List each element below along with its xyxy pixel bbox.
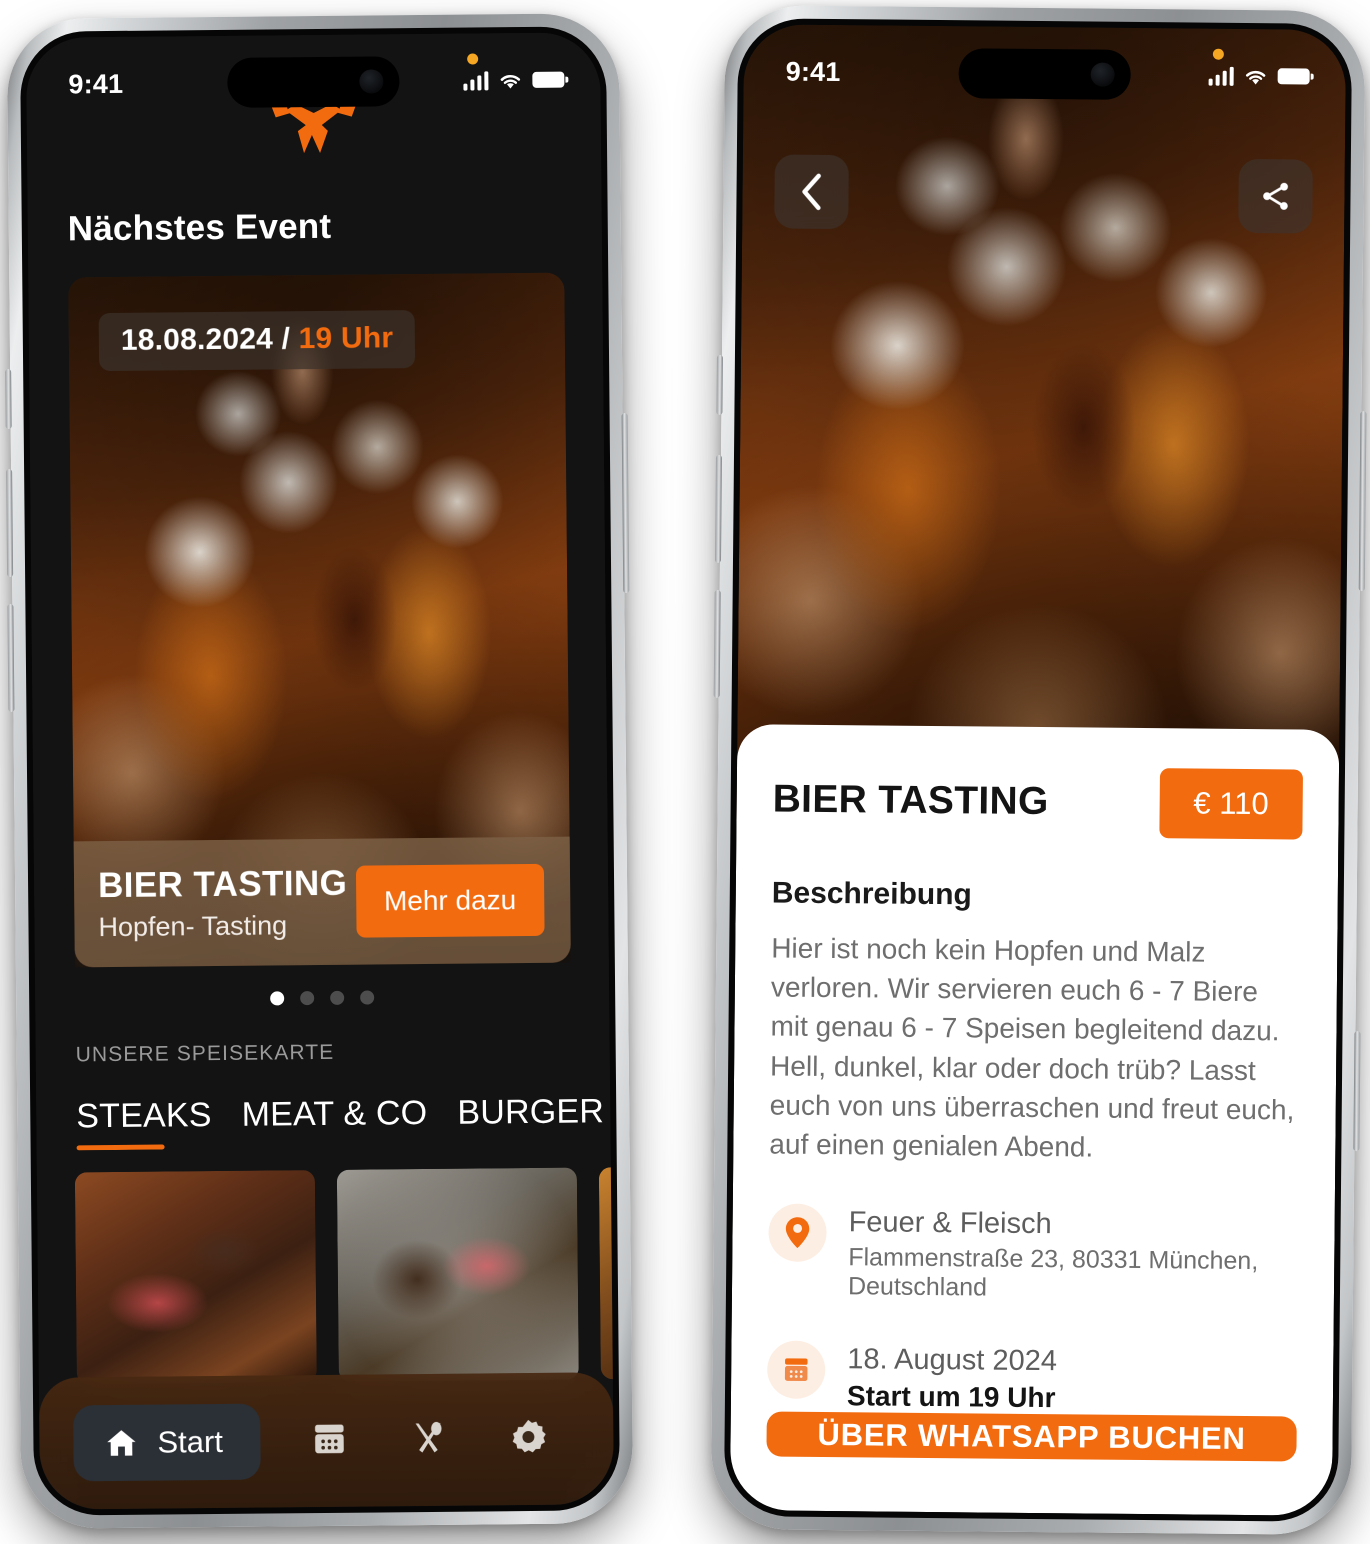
price-badge: € 110: [1159, 768, 1304, 840]
location-icon-wrap: [768, 1203, 827, 1263]
event-day: 18. August 2024: [847, 1343, 1058, 1378]
volume-down-button[interactable]: [7, 603, 15, 712]
dynamic-island-right: [958, 48, 1131, 100]
cutlery-icon: [415, 1421, 442, 1453]
page-title: Nächstes Event: [67, 206, 332, 249]
description-heading: Beschreibung: [771, 876, 973, 912]
event-detail-sheet: BIER TASTING € 110 Beschreibung Hier ist…: [729, 724, 1340, 1516]
book-via-whatsapp-button[interactable]: ÜBER WHATSAPP BUCHEN: [766, 1411, 1297, 1462]
share-icon: [1263, 182, 1288, 210]
carousel-dots[interactable]: [35, 962, 609, 1008]
menu-thumbnail-2[interactable]: [336, 1167, 579, 1382]
event-subtitle: Hopfen- Tasting: [98, 909, 288, 942]
phone-bezel-left: Nächstes Event 18.08.2024 / 19 Uhr BIER …: [19, 26, 621, 1516]
menu-thumbnail-3[interactable]: [598, 1165, 615, 1380]
event-date-badge: 18.08.2024 / 19 Uhr: [98, 310, 416, 372]
event-card-texts: BIER TASTING Hopfen- Tasting: [98, 863, 348, 942]
cellular-signal-icon: [462, 70, 489, 91]
date-texts: 18. August 2024 Start um 19 Uhr: [847, 1341, 1057, 1414]
recording-indicator-icon: [467, 52, 479, 65]
gear-icon: [512, 1419, 546, 1452]
status-indicators: [462, 52, 565, 91]
tab-item-events[interactable]: [310, 1418, 348, 1463]
menu-thumbnail-list[interactable]: [37, 1145, 615, 1385]
event-start-time: Start um 19 Uhr: [846, 1380, 1056, 1414]
volume-up-button-right[interactable]: [714, 454, 723, 563]
phone-bezel-right: BIER TASTING € 110 Beschreibung Hier ist…: [723, 18, 1353, 1522]
tab-item-start[interactable]: Start: [73, 1403, 262, 1482]
recording-indicator-icon: [1212, 48, 1224, 60]
location-row[interactable]: Feuer & Fleisch Flammenstraße 23, 80331 …: [768, 1203, 1299, 1306]
carousel-dot-1[interactable]: [270, 991, 285, 1006]
carousel-dot-2[interactable]: [300, 991, 315, 1006]
home-icon: [107, 1430, 136, 1456]
screen-left: Nächstes Event 18.08.2024 / 19 Uhr BIER …: [25, 32, 615, 1510]
dynamic-island: [227, 56, 400, 108]
silent-switch[interactable]: [5, 368, 12, 430]
chevron-left-icon: [802, 173, 821, 211]
back-button[interactable]: [774, 154, 849, 230]
date-separator: /: [281, 322, 291, 356]
tab-burger[interactable]: BURGER: [457, 1092, 604, 1146]
silent-switch-right[interactable]: [716, 354, 723, 415]
calendar-icon: [315, 1424, 344, 1453]
tab-meat-and-co[interactable]: MEAT & CO: [241, 1094, 427, 1149]
wifi-icon: [1245, 70, 1266, 84]
carousel-dot-4[interactable]: [360, 990, 375, 1005]
event-card-footer: BIER TASTING Hopfen- Tasting Mehr dazu: [73, 836, 571, 968]
status-indicators-right: [1208, 48, 1310, 86]
event-title: BIER TASTING: [97, 863, 348, 905]
wifi-icon: [500, 74, 521, 89]
date-row: 18. August 2024 Start um 19 Uhr: [766, 1340, 1298, 1417]
battery-icon: [532, 71, 565, 88]
battery-icon: [1277, 68, 1310, 85]
detail-title: BIER TASTING: [772, 777, 1049, 824]
event-time-text: 19 Uhr: [298, 321, 394, 356]
more-info-button[interactable]: Mehr dazu: [355, 863, 545, 938]
power-button[interactable]: [621, 413, 630, 594]
menu-category-tabs[interactable]: STEAKS MEAT & CO BURGER VEGGIE FISH: [36, 1062, 611, 1151]
bottom-tab-bar[interactable]: Start: [38, 1372, 615, 1510]
description-text: Hier ist noch kein Hopfen und Malz verlo…: [769, 932, 1295, 1163]
share-button[interactable]: [1238, 158, 1313, 234]
volume-up-button[interactable]: [6, 468, 14, 577]
location-name: Feuer & Fleisch: [848, 1206, 1052, 1241]
home-screen: Nächstes Event 18.08.2024 / 19 Uhr BIER …: [25, 32, 615, 1510]
tab-steaks[interactable]: STEAKS: [76, 1096, 212, 1150]
cellular-signal-icon: [1208, 66, 1234, 86]
status-time: 9:41: [68, 68, 124, 99]
volume-down-button-right[interactable]: [713, 589, 721, 698]
event-detail-screen: BIER TASTING € 110 Beschreibung Hier ist…: [729, 24, 1347, 1516]
status-time-right: 9:41: [785, 56, 841, 87]
phone-mockup-left: Nächstes Event 18.08.2024 / 19 Uhr BIER …: [5, 13, 634, 1529]
tab-item-start-label: Start: [157, 1423, 224, 1460]
event-card[interactable]: 18.08.2024 / 19 Uhr BIER TASTING Hopfen-…: [68, 272, 571, 968]
date-icon-wrap: [766, 1340, 826, 1400]
location-address: Flammenstraße 23, 80331 München, Deutsch…: [847, 1243, 1259, 1302]
menu-section-label: UNSERE SPEISEKARTE: [75, 1040, 335, 1067]
tab-icon-group: [261, 1415, 580, 1465]
power-button-right[interactable]: [1358, 411, 1367, 592]
screen-right: BIER TASTING € 110 Beschreibung Hier ist…: [729, 24, 1347, 1516]
carousel-dot-3[interactable]: [330, 990, 345, 1005]
calendar-icon: [784, 1358, 808, 1382]
phone-mockup-right: BIER TASTING € 110 Beschreibung Hier ist…: [710, 4, 1367, 1536]
tab-item-menu[interactable]: [408, 1417, 448, 1462]
event-date-text: 18.08.2024: [120, 322, 274, 357]
menu-thumbnail-1[interactable]: [74, 1170, 317, 1385]
location-pin-icon: [785, 1217, 810, 1249]
location-texts: Feuer & Fleisch Flammenstraße 23, 80331 …: [848, 1204, 1299, 1305]
tab-item-settings[interactable]: [507, 1415, 549, 1462]
mockup-stage: Nächstes Event 18.08.2024 / 19 Uhr BIER …: [0, 0, 1370, 1544]
secondary-side-button-right[interactable]: [1353, 1031, 1361, 1152]
hero-image: [736, 24, 1347, 830]
detail-header: BIER TASTING € 110: [772, 764, 1304, 840]
